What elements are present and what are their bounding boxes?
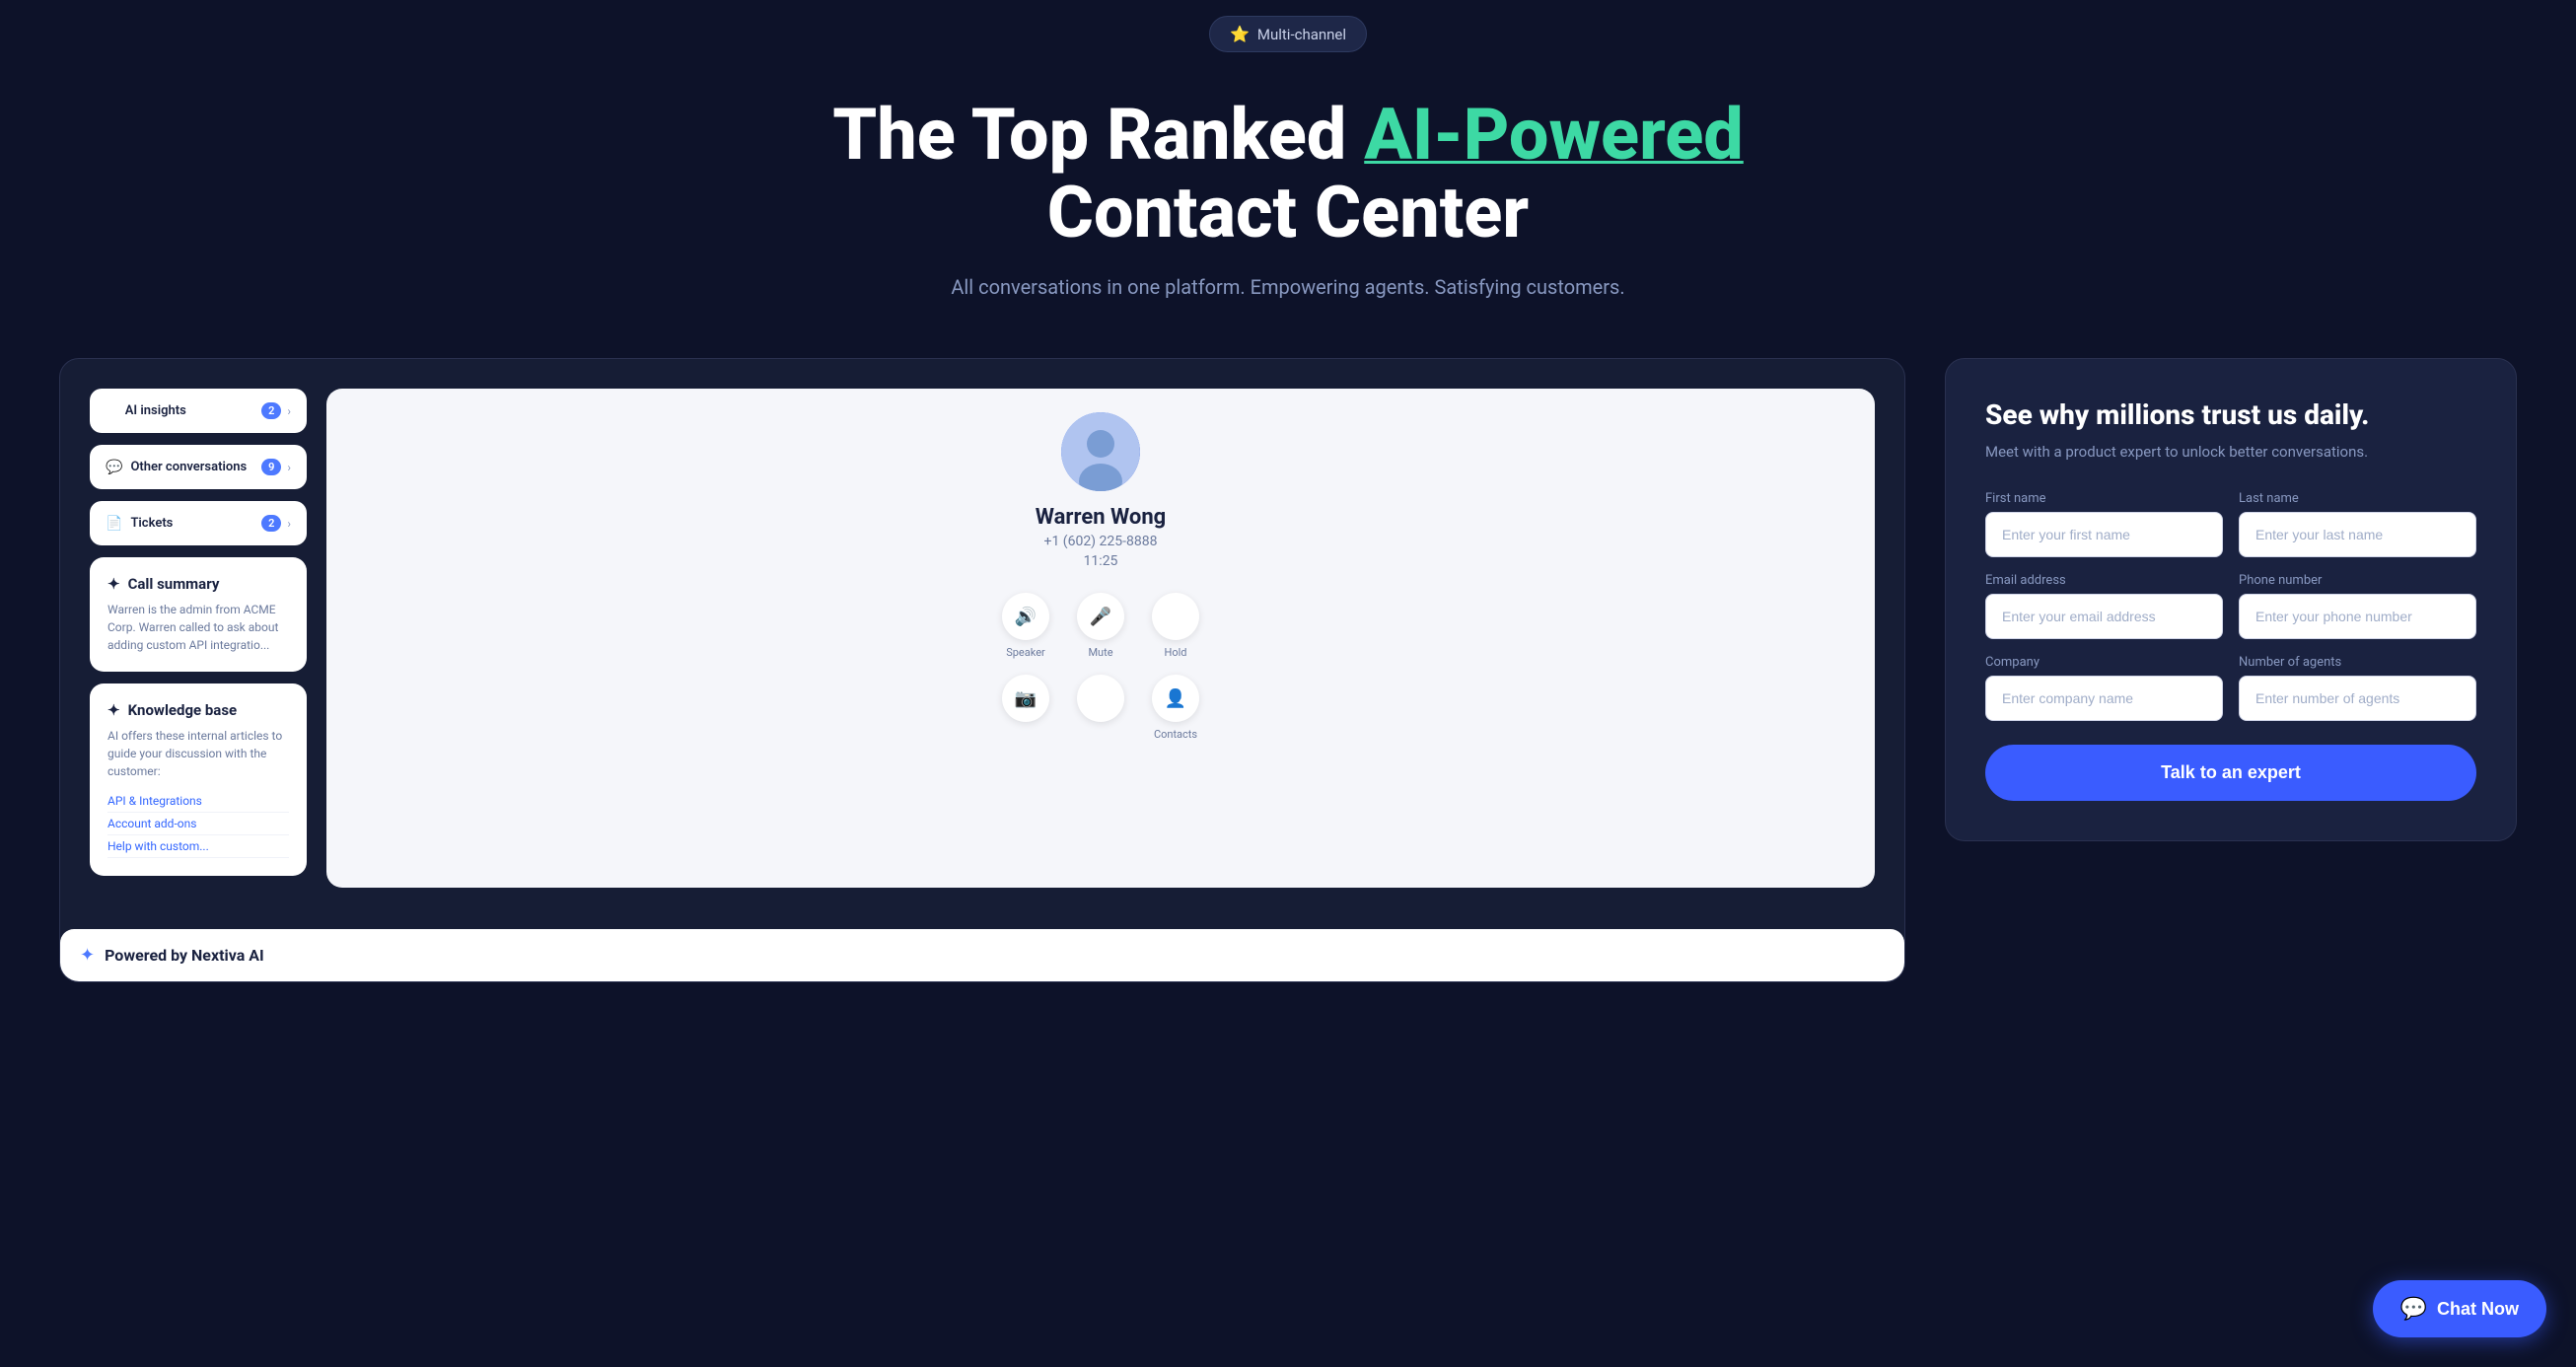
form-row-contact: Email address Phone number bbox=[1985, 573, 2476, 639]
mockup-item-ai-insights[interactable]: ✦ AI insights 2 › bbox=[90, 389, 307, 433]
form-row-name: First name Last name bbox=[1985, 491, 2476, 557]
hero-title-accent: AI-Powered bbox=[1364, 93, 1744, 177]
multi-channel-badge: ⭐ Multi-channel bbox=[1209, 16, 1367, 52]
tickets-badge: 2 bbox=[261, 515, 281, 532]
tickets-label: Tickets bbox=[130, 516, 173, 531]
form-subheading: Meet with a product expert to unlock bet… bbox=[1985, 441, 2476, 464]
email-label: Email address bbox=[1985, 573, 2223, 588]
chevron-right-icon: › bbox=[287, 404, 291, 418]
chat-now-button[interactable]: 💬 Chat Now bbox=[2373, 1280, 2546, 1337]
knowledge-base-card: ✦ Knowledge base AI offers these interna… bbox=[90, 684, 307, 876]
speaker-icon: 🔊 bbox=[1002, 593, 1049, 640]
form-group-email: Email address bbox=[1985, 573, 2223, 639]
star-icon: ⭐ bbox=[1230, 25, 1250, 43]
hold-icon: ⏸ bbox=[1152, 593, 1199, 640]
mockup-item-tickets[interactable]: 📄 Tickets 2 › bbox=[90, 501, 307, 545]
contacts-icon: 👤 bbox=[1152, 675, 1199, 722]
hero-section: The Top Ranked AI-Powered Contact Center… bbox=[59, 76, 2517, 358]
hold-control[interactable]: ⏸ Hold bbox=[1152, 593, 1199, 659]
first-name-input[interactable] bbox=[1985, 512, 2223, 557]
speaker-label: Speaker bbox=[1006, 646, 1045, 659]
knowledge-base-title: ✦ Knowledge base bbox=[107, 701, 289, 719]
contacts-control[interactable]: 👤 Contacts bbox=[1152, 675, 1199, 741]
contact-form: First name Last name Email address bbox=[1985, 491, 2476, 801]
top-badge-container: ⭐ Multi-channel bbox=[59, 0, 2517, 76]
form-group-company: Company bbox=[1985, 655, 2223, 721]
badge-label: Multi-channel bbox=[1257, 26, 1346, 43]
company-label: Company bbox=[1985, 655, 2223, 670]
email-input[interactable] bbox=[1985, 594, 2223, 639]
ai-insights-badge: 2 bbox=[261, 402, 281, 419]
call-panel: Warren Wong +1 (602) 225-8888 11:25 🔊 Sp… bbox=[326, 389, 1875, 888]
mute-icon: 🎤 bbox=[1077, 593, 1124, 640]
chat-icon: 💬 bbox=[106, 460, 122, 475]
sparkle-icon-3: ✦ bbox=[107, 701, 120, 719]
caller-name: Warren Wong bbox=[350, 505, 1851, 530]
agents-label: Number of agents bbox=[2239, 655, 2476, 670]
video-icon: 📷 bbox=[1002, 675, 1049, 722]
phone-input[interactable] bbox=[2239, 594, 2476, 639]
hero-title-part2: Contact Center bbox=[1047, 171, 1529, 254]
hero-title: The Top Ranked AI-Powered Contact Center bbox=[59, 96, 2517, 252]
knowledge-base-list: API & Integrations Account add-ons Help … bbox=[107, 790, 289, 858]
caller-phone: +1 (602) 225-8888 bbox=[350, 534, 1851, 549]
chat-bubble-icon: 💬 bbox=[2400, 1296, 2427, 1322]
agents-input[interactable] bbox=[2239, 676, 2476, 721]
caller-avatar bbox=[1061, 412, 1140, 491]
call-controls-row1: 🔊 Speaker 🎤 Mute ⏸ Hold bbox=[350, 593, 1851, 659]
keypad-icon: ⠿ bbox=[1077, 675, 1124, 722]
nextiva-icon: ✦ bbox=[80, 945, 95, 966]
form-group-firstname: First name bbox=[1985, 491, 2223, 557]
call-summary-card: ✦ Call summary Warren is the admin from … bbox=[90, 557, 307, 672]
chevron-right-icon-2: › bbox=[287, 461, 291, 474]
speaker-control[interactable]: 🔊 Speaker bbox=[1002, 593, 1049, 659]
call-summary-title: ✦ Call summary bbox=[107, 575, 289, 593]
sparkle-icon: ✦ bbox=[106, 403, 117, 419]
mockup-panel: ✦ AI insights 2 › 💬 Other conversations bbox=[59, 358, 1905, 982]
submit-button[interactable]: Talk to an expert bbox=[1985, 745, 2476, 801]
kb-item-3[interactable]: Help with custom... bbox=[107, 835, 289, 858]
caller-time: 11:25 bbox=[350, 553, 1851, 569]
knowledge-base-text: AI offers these internal articles to gui… bbox=[107, 727, 289, 780]
sparkle-icon-2: ✦ bbox=[107, 575, 120, 593]
hold-label: Hold bbox=[1165, 646, 1187, 659]
keypad-control[interactable]: ⠿ bbox=[1077, 675, 1124, 741]
company-input[interactable] bbox=[1985, 676, 2223, 721]
last-name-input[interactable] bbox=[2239, 512, 2476, 557]
contacts-label: Contacts bbox=[1154, 728, 1197, 741]
form-group-lastname: Last name bbox=[2239, 491, 2476, 557]
mute-control[interactable]: 🎤 Mute bbox=[1077, 593, 1124, 659]
powered-by-banner: ✦ Powered by Nextiva AI bbox=[60, 929, 1904, 981]
mute-label: Mute bbox=[1088, 646, 1112, 659]
ticket-icon: 📄 bbox=[106, 516, 122, 532]
kb-item-1[interactable]: API & Integrations bbox=[107, 790, 289, 813]
form-group-agents: Number of agents bbox=[2239, 655, 2476, 721]
phone-label: Phone number bbox=[2239, 573, 2476, 588]
hero-subtitle: All conversations in one platform. Empow… bbox=[59, 275, 2517, 299]
form-panel: See why millions trust us daily. Meet wi… bbox=[1945, 358, 2517, 841]
first-name-label: First name bbox=[1985, 491, 2223, 506]
last-name-label: Last name bbox=[2239, 491, 2476, 506]
kb-item-2[interactable]: Account add-ons bbox=[107, 813, 289, 835]
chat-now-label: Chat Now bbox=[2437, 1299, 2519, 1320]
call-controls-row2: 📷 ⠿ 👤 Contacts bbox=[350, 675, 1851, 741]
video-control[interactable]: 📷 bbox=[1002, 675, 1049, 741]
form-heading: See why millions trust us daily. bbox=[1985, 398, 2476, 431]
form-group-phone: Phone number bbox=[2239, 573, 2476, 639]
mockup-item-conversations[interactable]: 💬 Other conversations 9 › bbox=[90, 445, 307, 489]
main-content: ✦ AI insights 2 › 💬 Other conversations bbox=[59, 358, 2517, 1042]
hero-title-part1: The Top Ranked bbox=[832, 93, 1364, 177]
chevron-right-icon-3: › bbox=[287, 517, 291, 531]
mockup-sidebar: ✦ AI insights 2 › 💬 Other conversations bbox=[90, 389, 307, 888]
ai-insights-label: AI insights bbox=[125, 403, 186, 418]
conversations-label: Other conversations bbox=[130, 460, 247, 474]
powered-by-text: Powered by Nextiva AI bbox=[105, 946, 264, 965]
conversations-badge: 9 bbox=[261, 459, 281, 475]
call-summary-text: Warren is the admin from ACME Corp. Warr… bbox=[107, 601, 289, 654]
form-row-company: Company Number of agents bbox=[1985, 655, 2476, 721]
